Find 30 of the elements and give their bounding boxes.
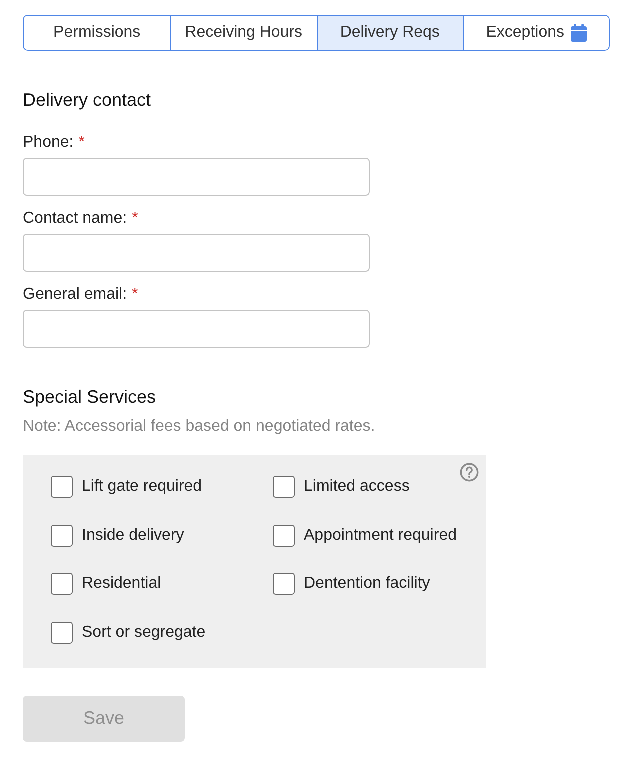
checkbox[interactable] (273, 476, 295, 498)
field-label: Contact name: (23, 209, 128, 229)
checkbox-label: Sort or segregate (82, 624, 206, 642)
required-mark: * (78, 133, 85, 153)
field-label: Phone: (23, 133, 74, 153)
checkbox-label: Lift gate required (82, 478, 202, 496)
checkbox-label: Dentention facility (304, 575, 430, 593)
checkbox[interactable] (51, 573, 73, 595)
section-heading: Delivery contact (23, 89, 152, 111)
tab[interactable]: Delivery Reqs (316, 16, 463, 50)
input-field[interactable] (23, 310, 370, 348)
checkbox-label: Appointment required (304, 526, 457, 544)
help-icon[interactable] (460, 463, 479, 482)
note-text: Note: Accessorial fees based on negotiated rates. (23, 417, 376, 437)
checkbox[interactable] (51, 622, 73, 644)
checkbox[interactable] (273, 524, 295, 546)
checkbox-label: Residential (82, 575, 162, 593)
checkbox[interactable] (51, 476, 73, 498)
required-mark: * (132, 285, 138, 305)
calendar-icon (570, 24, 586, 42)
required-mark: * (132, 209, 138, 229)
checkbox-label: Inside delivery (82, 526, 184, 544)
section-heading: Special Services (23, 386, 156, 408)
input-field[interactable] (23, 158, 370, 196)
tab[interactable]: Exceptions (462, 16, 609, 50)
checkbox-label: Limited access (304, 478, 410, 496)
checkbox[interactable] (273, 573, 295, 595)
input-field[interactable] (23, 234, 370, 272)
checkbox[interactable] (51, 524, 73, 546)
field-label: General email: (23, 285, 128, 305)
